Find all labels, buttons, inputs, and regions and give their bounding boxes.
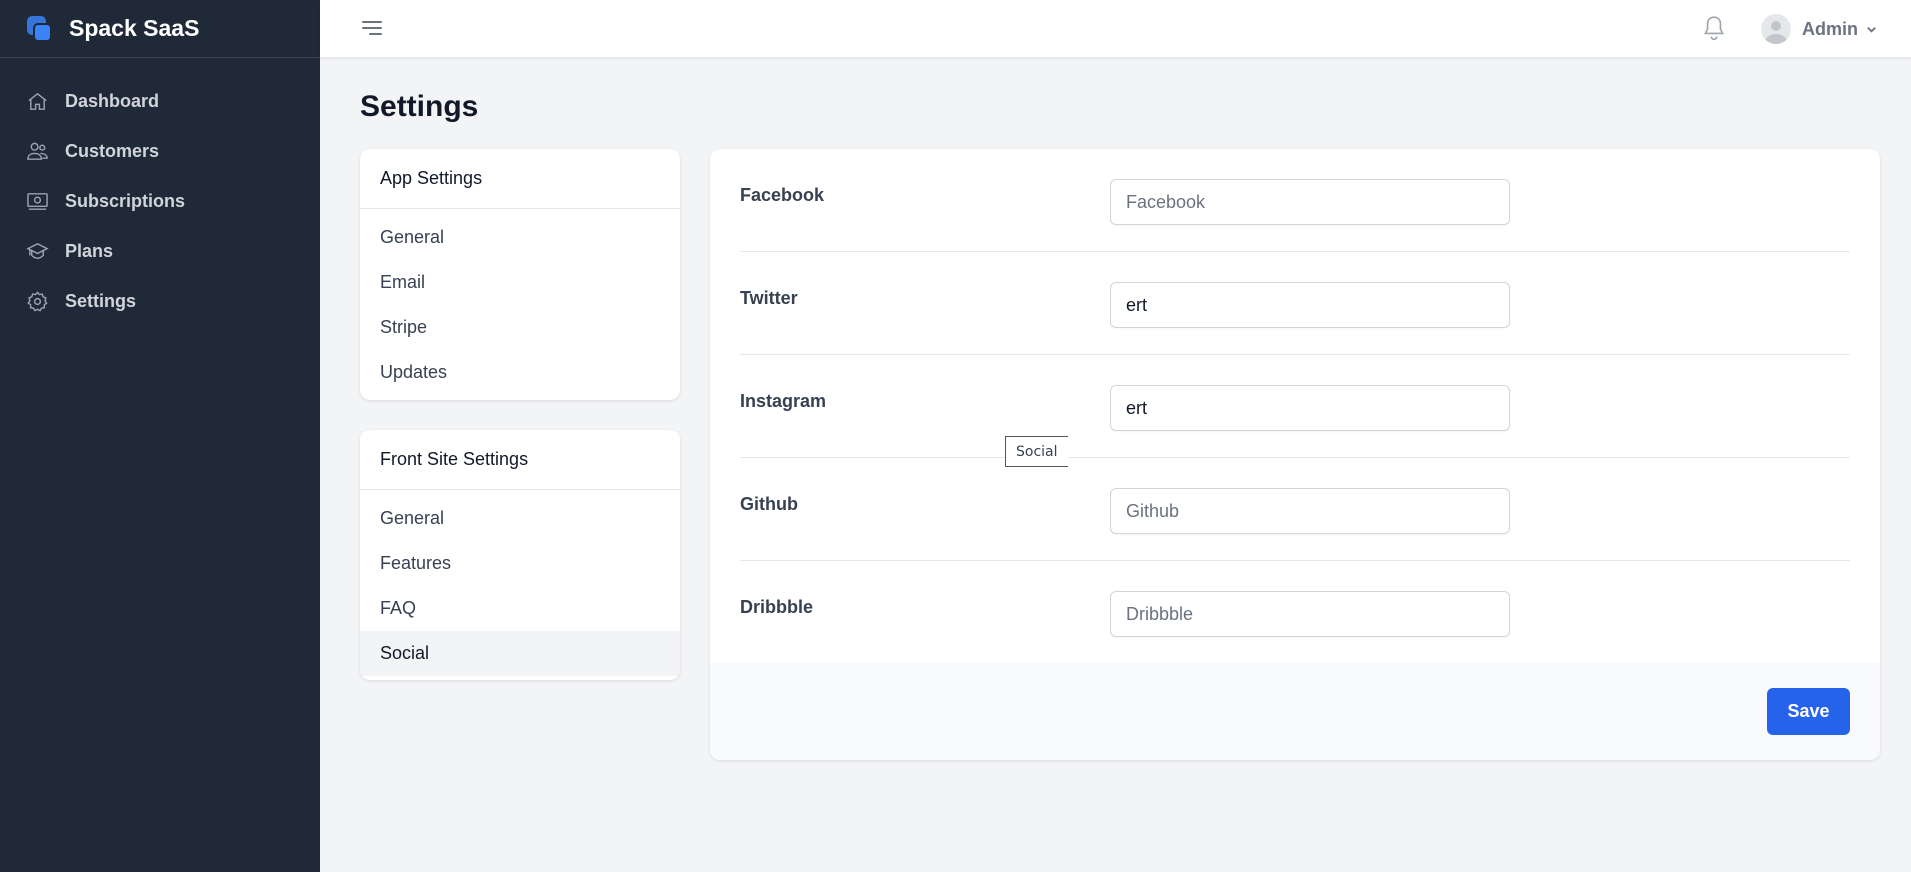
front-features-link[interactable]: Features xyxy=(360,541,680,586)
sidebar-item-label: Customers xyxy=(65,140,160,161)
dribbble-label: Dribbble xyxy=(740,597,814,617)
user-name: Admin xyxy=(1802,18,1858,39)
sidebar-item-label: Subscriptions xyxy=(65,190,186,211)
avatar xyxy=(1761,14,1791,44)
user-menu[interactable]: Admin xyxy=(1761,14,1877,44)
sidebar-item-settings[interactable]: Settings xyxy=(0,276,320,326)
front-site-settings-title: Front Site Settings xyxy=(360,430,680,490)
github-label: Github xyxy=(740,494,798,514)
facebook-label: Facebook xyxy=(740,185,825,205)
chevron-down-icon xyxy=(1867,26,1876,33)
tooltip: Social xyxy=(1005,436,1068,467)
form-row-instagram: Instagram xyxy=(740,355,1850,458)
bars-icon xyxy=(362,21,382,23)
twitter-label: Twitter xyxy=(740,288,798,308)
sidebar-item-plans[interactable]: Plans xyxy=(0,226,320,276)
front-site-settings-card: Front Site Settings General Features FAQ… xyxy=(360,430,680,680)
form-row-dribbble: Dribbble xyxy=(740,561,1850,664)
instagram-label: Instagram xyxy=(740,391,827,411)
form-footer: Save xyxy=(710,663,1880,760)
app-settings-email-link[interactable]: Email xyxy=(360,260,680,305)
app-settings-stripe-link[interactable]: Stripe xyxy=(360,305,680,350)
sidebar: Spack SaaS Dashboard Customers Subscript… xyxy=(0,0,320,872)
menu-toggle-button[interactable] xyxy=(362,20,382,36)
page-title: Settings xyxy=(360,90,479,123)
users-icon xyxy=(27,142,48,160)
github-input[interactable] xyxy=(1110,488,1510,534)
social-settings-form: Facebook Twitter Instagram Github Dribbb… xyxy=(710,149,1880,760)
form-row-facebook: Facebook xyxy=(740,149,1850,252)
front-faq-link[interactable]: FAQ xyxy=(360,586,680,631)
gear-icon xyxy=(27,290,48,312)
form-row-github: Github xyxy=(740,458,1850,561)
facebook-input[interactable] xyxy=(1110,179,1510,225)
dribbble-input[interactable] xyxy=(1110,591,1510,637)
brand[interactable]: Spack SaaS xyxy=(0,0,320,58)
banknotes-icon xyxy=(27,192,48,210)
bell-icon[interactable] xyxy=(1701,14,1727,42)
app-settings-general-link[interactable]: General xyxy=(360,215,680,260)
sidebar-nav: Dashboard Customers Subscriptions Plans … xyxy=(0,58,320,326)
bars-icon-line xyxy=(362,27,382,29)
sidebar-item-subscriptions[interactable]: Subscriptions xyxy=(0,176,320,226)
app-settings-card: App Settings General Email Stripe Update… xyxy=(360,149,680,400)
app-settings-title: App Settings xyxy=(360,149,680,209)
sidebar-item-label: Dashboard xyxy=(65,90,160,111)
sidebar-item-label: Settings xyxy=(65,290,137,311)
sidebar-item-dashboard[interactable]: Dashboard xyxy=(0,76,320,126)
top-header: Admin xyxy=(320,0,1911,58)
form-row-twitter: Twitter xyxy=(740,252,1850,355)
app-settings-updates-link[interactable]: Updates xyxy=(360,350,680,395)
academic-cap-icon xyxy=(26,242,49,259)
brand-name: Spack SaaS xyxy=(69,15,200,41)
instagram-input[interactable] xyxy=(1110,385,1510,431)
front-social-link[interactable]: Social xyxy=(360,631,680,676)
twitter-input[interactable] xyxy=(1110,282,1510,328)
sidebar-item-customers[interactable]: Customers xyxy=(0,126,320,176)
front-general-link[interactable]: General xyxy=(360,496,680,541)
sidebar-item-label: Plans xyxy=(65,240,114,261)
bars-icon-line xyxy=(369,33,382,35)
logo-icon xyxy=(27,15,53,42)
save-button[interactable]: Save xyxy=(1767,688,1850,735)
home-icon xyxy=(28,92,47,110)
